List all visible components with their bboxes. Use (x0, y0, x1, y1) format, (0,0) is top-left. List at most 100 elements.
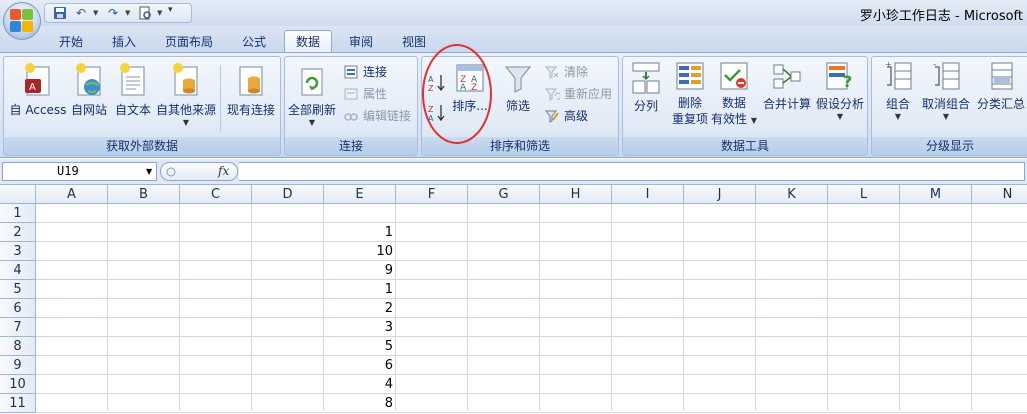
sort-button[interactable]: Z A A Z 排序... (450, 63, 490, 114)
customize-qat-icon[interactable]: ▾ (168, 5, 173, 15)
formula-input[interactable] (239, 162, 1025, 181)
what-if-analysis-button[interactable]: ? 假设分析 ▼ (813, 61, 867, 121)
filter-label: 筛选 (505, 99, 530, 113)
cell-e2[interactable]: 1 (324, 223, 396, 242)
advanced-filter-button[interactable]: 高级 (544, 107, 588, 124)
select-all-corner[interactable] (0, 185, 36, 204)
worksheet-grid[interactable]: A B C D E F G H I J K L M N 1 2 1 3 10 4 9 5 1 6 2 7 3 8 5 9 6 10 4 11 8 (0, 185, 1027, 413)
group-label: 组合 (885, 97, 910, 111)
row-header-5[interactable]: 5 (0, 280, 36, 299)
grid-line (36, 298, 1027, 299)
column-header-l[interactable]: L (828, 185, 900, 204)
print-preview-icon[interactable] (136, 5, 154, 21)
ribbon-tabs: 开始 插入 页面布局 公式 数据 审阅 视图 (0, 26, 1027, 52)
clear-filter-button[interactable]: 清除 (544, 63, 588, 80)
tab-data[interactable]: 数据 (284, 30, 332, 52)
column-header-a[interactable]: A (36, 185, 108, 204)
consolidate-label: 合并计算 (762, 97, 811, 111)
tab-insert[interactable]: 插入 (100, 30, 148, 52)
ungroup-button[interactable]: - 取消组合 ▼ (918, 61, 974, 121)
text-to-columns-button[interactable]: 分列 (627, 61, 665, 114)
redo-icon[interactable]: ↷ (104, 5, 122, 21)
name-box-dropdown-icon[interactable]: ▼ (146, 167, 152, 176)
properties-button[interactable]: 属性 (343, 85, 387, 102)
from-web-button[interactable]: 自网站 (67, 61, 111, 118)
cell-e9[interactable]: 6 (324, 356, 396, 375)
row-header-3[interactable]: 3 (0, 242, 36, 261)
column-header-m[interactable]: M (900, 185, 972, 204)
redo-dropdown-icon[interactable]: ▼ (125, 9, 133, 17)
row-header-9[interactable]: 9 (0, 356, 36, 375)
cell-e7[interactable]: 3 (324, 318, 396, 337)
tab-home[interactable]: 开始 (47, 30, 95, 52)
column-header-c[interactable]: C (180, 185, 252, 204)
svg-text:A: A (428, 75, 434, 84)
undo-icon[interactable]: ↶ (72, 5, 90, 21)
filter-button[interactable]: 筛选 (500, 63, 536, 114)
svg-text:?: ? (843, 72, 852, 91)
row-header-2[interactable]: 2 (0, 223, 36, 242)
column-header-i[interactable]: I (612, 185, 684, 204)
remove-duplicates-button[interactable]: 删除 重复项 (667, 61, 713, 127)
row-header-10[interactable]: 10 (0, 375, 36, 394)
name-box[interactable]: U19 (2, 162, 157, 181)
subtotal-button[interactable]: 分类汇总 (974, 61, 1027, 112)
cell-e8[interactable]: 5 (324, 337, 396, 356)
consolidate-button[interactable]: 合并计算 (761, 61, 813, 112)
column-header-n[interactable]: N (972, 185, 1027, 204)
column-header-j[interactable]: J (684, 185, 756, 204)
office-button[interactable] (3, 2, 41, 40)
existing-connections-button[interactable]: 现有连接 (222, 61, 280, 118)
cell-e5[interactable]: 1 (324, 280, 396, 299)
row-header-6[interactable]: 6 (0, 299, 36, 318)
row-header-1[interactable]: 1 (0, 204, 36, 223)
from-access-button[interactable]: A 自 Access (8, 61, 68, 118)
insert-function-icon[interactable]: fx (218, 164, 229, 178)
sort-ascending-button[interactable]: A Z (428, 73, 446, 93)
undo-dropdown-icon[interactable]: ▼ (93, 9, 101, 17)
ungroup-rows-icon: - (933, 61, 960, 90)
tab-view[interactable]: 视图 (390, 30, 438, 52)
expand-handle-icon[interactable] (165, 166, 177, 178)
grid-line (36, 260, 1027, 261)
tab-formulas[interactable]: 公式 (230, 30, 278, 52)
row-header-8[interactable]: 8 (0, 337, 36, 356)
connections-button[interactable]: 连接 (343, 63, 387, 80)
grid-line (827, 204, 828, 411)
data-validation-button[interactable]: 数据 有效性 ▼ (711, 61, 757, 129)
cell-e4[interactable]: 9 (324, 261, 396, 280)
from-other-sources-button[interactable]: 自其他来源 ▼ (154, 61, 218, 127)
sort-a-to-z-icon: A Z (428, 75, 445, 93)
cell-e6[interactable]: 2 (324, 299, 396, 318)
grid-line (899, 204, 900, 411)
row-header-7[interactable]: 7 (0, 318, 36, 337)
column-header-h[interactable]: H (540, 185, 612, 204)
column-header-f[interactable]: F (396, 185, 468, 204)
preview-dropdown-icon[interactable]: ▼ (157, 9, 165, 17)
row-header-4[interactable]: 4 (0, 261, 36, 280)
column-header-e[interactable]: E (324, 185, 396, 204)
cell-e10[interactable]: 4 (324, 375, 396, 394)
svg-text:A: A (29, 82, 36, 93)
column-header-g[interactable]: G (468, 185, 540, 204)
tab-review[interactable]: 审阅 (337, 30, 385, 52)
tab-page-layout[interactable]: 页面布局 (156, 30, 222, 52)
window-title: 罗小珍工作日志 - Microsoft (859, 9, 1023, 24)
data-validation-dropdown-icon: ▼ (750, 116, 757, 125)
cell-e3[interactable]: 10 (324, 242, 396, 261)
from-text-button[interactable]: 自文本 (111, 61, 155, 118)
column-header-d[interactable]: D (252, 185, 324, 204)
group-get-external-data: A 自 Access 自网站 自文本 自其他来源 ▼ 现有连接 获取外部数据 (3, 56, 281, 156)
save-icon[interactable] (51, 5, 69, 21)
group-button[interactable]: + 组合 ▼ (878, 61, 918, 121)
row-header-11[interactable]: 11 (0, 394, 36, 413)
column-header-b[interactable]: B (108, 185, 180, 204)
refresh-all-button[interactable]: 全部刷新 ▼ (287, 67, 337, 127)
other-sources-icon (173, 63, 198, 96)
edit-links-button[interactable]: 编辑链接 (343, 107, 411, 124)
reapply-button[interactable]: 重新应用 (544, 85, 612, 102)
text-to-columns-icon (632, 62, 660, 94)
sort-descending-button[interactable]: Z A (428, 103, 446, 123)
cell-e11[interactable]: 8 (324, 394, 396, 413)
column-header-k[interactable]: K (756, 185, 828, 204)
